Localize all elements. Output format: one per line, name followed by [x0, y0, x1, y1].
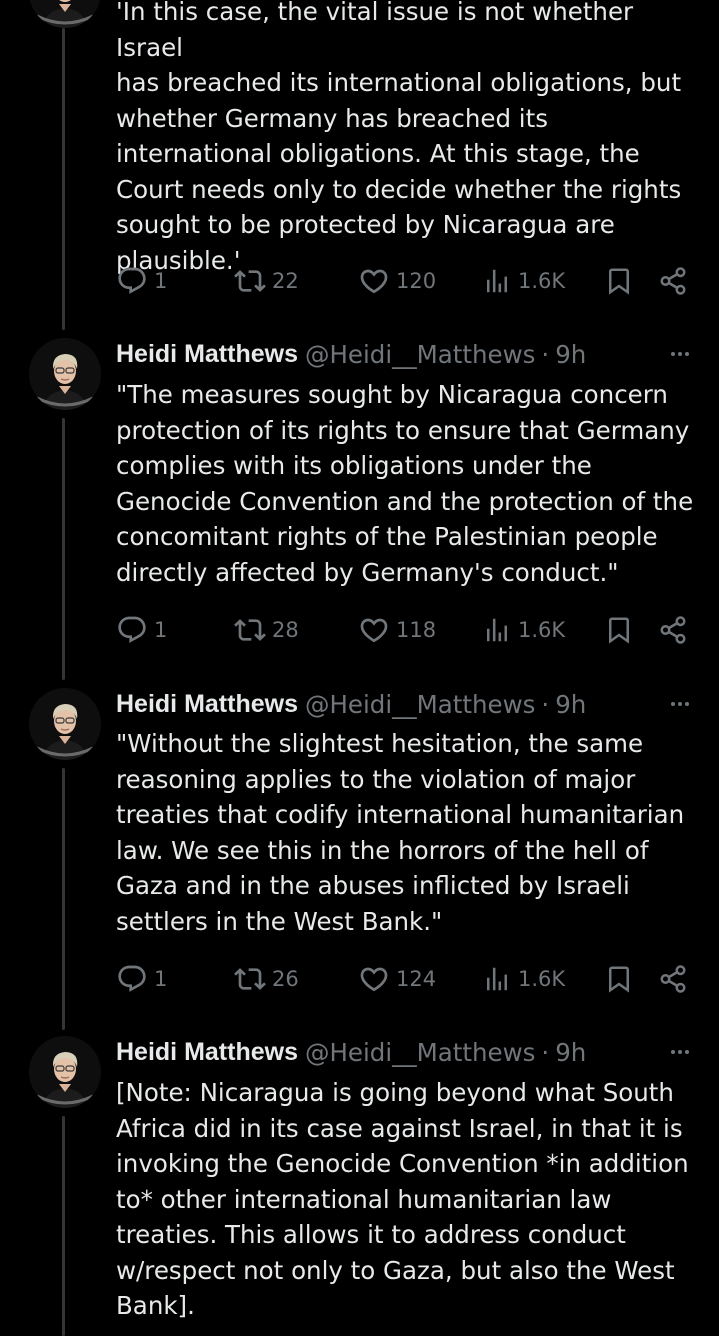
separator: ·	[541, 689, 550, 719]
heart-icon	[358, 614, 390, 646]
like-count: 124	[396, 967, 437, 991]
repost-icon	[234, 614, 266, 646]
bookmark-button[interactable]	[604, 610, 634, 650]
repost-count: 28	[272, 618, 299, 642]
repost-button[interactable]: 26	[234, 959, 299, 999]
avatar[interactable]	[29, 0, 101, 28]
views-button[interactable]: 1.6K	[482, 610, 565, 650]
share-button[interactable]	[658, 959, 688, 999]
repost-button[interactable]: 22	[234, 261, 299, 301]
share-button[interactable]	[658, 610, 688, 650]
like-count: 120	[396, 269, 437, 293]
repost-icon	[234, 265, 266, 297]
share-icon	[658, 964, 688, 994]
author-name[interactable]: Heidi Matthews	[116, 1038, 298, 1067]
author-name[interactable]: Heidi Matthews	[116, 690, 298, 719]
reply-count: 1	[154, 269, 168, 293]
share-icon	[658, 266, 688, 296]
reply-icon	[116, 614, 148, 646]
tweet-text: "The measures sought by Nicaragua concer…	[116, 380, 694, 587]
author-handle[interactable]: @Heidi__Matthews	[305, 1038, 535, 1067]
repost-button[interactable]: 28	[234, 610, 299, 650]
like-button[interactable]: 124	[358, 959, 436, 999]
timestamp[interactable]: 9h	[555, 690, 586, 719]
share-icon	[658, 615, 688, 645]
thread-line	[62, 418, 65, 680]
view-count: 1.6K	[518, 967, 566, 991]
bookmark-icon	[604, 266, 634, 296]
timestamp[interactable]: 9h	[555, 340, 586, 369]
tweet-header: Heidi Matthews @Heidi__Matthews · 9h	[116, 1034, 709, 1070]
repost-count: 26	[272, 967, 299, 991]
tweet-header: Heidi Matthews @Heidi__Matthews · 9h	[116, 336, 709, 372]
views-button[interactable]: 1.6K	[482, 959, 565, 999]
avatar[interactable]	[29, 338, 101, 410]
bookmark-icon	[604, 615, 634, 645]
thread-line	[62, 28, 65, 330]
more-dots-icon[interactable]	[671, 336, 689, 372]
tweet-text: "Without the slightest hesitation, the s…	[116, 729, 685, 936]
avatar[interactable]	[29, 1036, 101, 1108]
like-button[interactable]: 120	[358, 261, 436, 301]
view-count: 1.6K	[518, 269, 566, 293]
reply-count: 1	[154, 618, 168, 642]
reply-icon	[116, 963, 148, 995]
thread-line	[62, 1116, 65, 1336]
tweet-text: 'In this case, the vital issue is not wh…	[116, 0, 682, 275]
reply-icon	[116, 265, 148, 297]
tweet-text: [Note: Nicaragua is going beyond what So…	[116, 1078, 689, 1320]
reply-button[interactable]: 1	[116, 610, 167, 650]
tweet-actions: 1 28 118 1.6K	[116, 610, 696, 650]
bookmark-button[interactable]	[604, 959, 634, 999]
bookmark-icon	[604, 964, 634, 994]
tweet-actions: 1 22 120 1.6K	[116, 261, 696, 301]
repost-icon	[234, 963, 266, 995]
reply-button[interactable]: 1	[116, 261, 167, 301]
bar-chart-icon	[482, 964, 512, 994]
more-dots-icon[interactable]	[671, 1034, 689, 1070]
repost-count: 22	[272, 269, 299, 293]
tweet-actions: 1 26 124 1.6K	[116, 959, 696, 999]
separator: ·	[541, 1037, 550, 1067]
thread-line	[62, 768, 65, 1030]
like-button[interactable]: 118	[358, 610, 436, 650]
share-button[interactable]	[658, 261, 688, 301]
bar-chart-icon	[482, 615, 512, 645]
reply-count: 1	[154, 967, 168, 991]
heart-icon	[358, 963, 390, 995]
author-handle[interactable]: @Heidi__Matthews	[305, 340, 535, 369]
separator: ·	[541, 339, 550, 369]
bookmark-button[interactable]	[604, 261, 634, 301]
like-count: 118	[396, 618, 437, 642]
views-button[interactable]: 1.6K	[482, 261, 565, 301]
more-dots-icon[interactable]	[671, 686, 689, 722]
tweet-header: Heidi Matthews @Heidi__Matthews · 9h	[116, 686, 709, 722]
bar-chart-icon	[482, 266, 512, 296]
heart-icon	[358, 265, 390, 297]
reply-button[interactable]: 1	[116, 959, 167, 999]
author-name[interactable]: Heidi Matthews	[116, 340, 298, 369]
view-count: 1.6K	[518, 618, 566, 642]
timestamp[interactable]: 9h	[555, 1038, 586, 1067]
avatar[interactable]	[29, 688, 101, 760]
author-handle[interactable]: @Heidi__Matthews	[305, 690, 535, 719]
